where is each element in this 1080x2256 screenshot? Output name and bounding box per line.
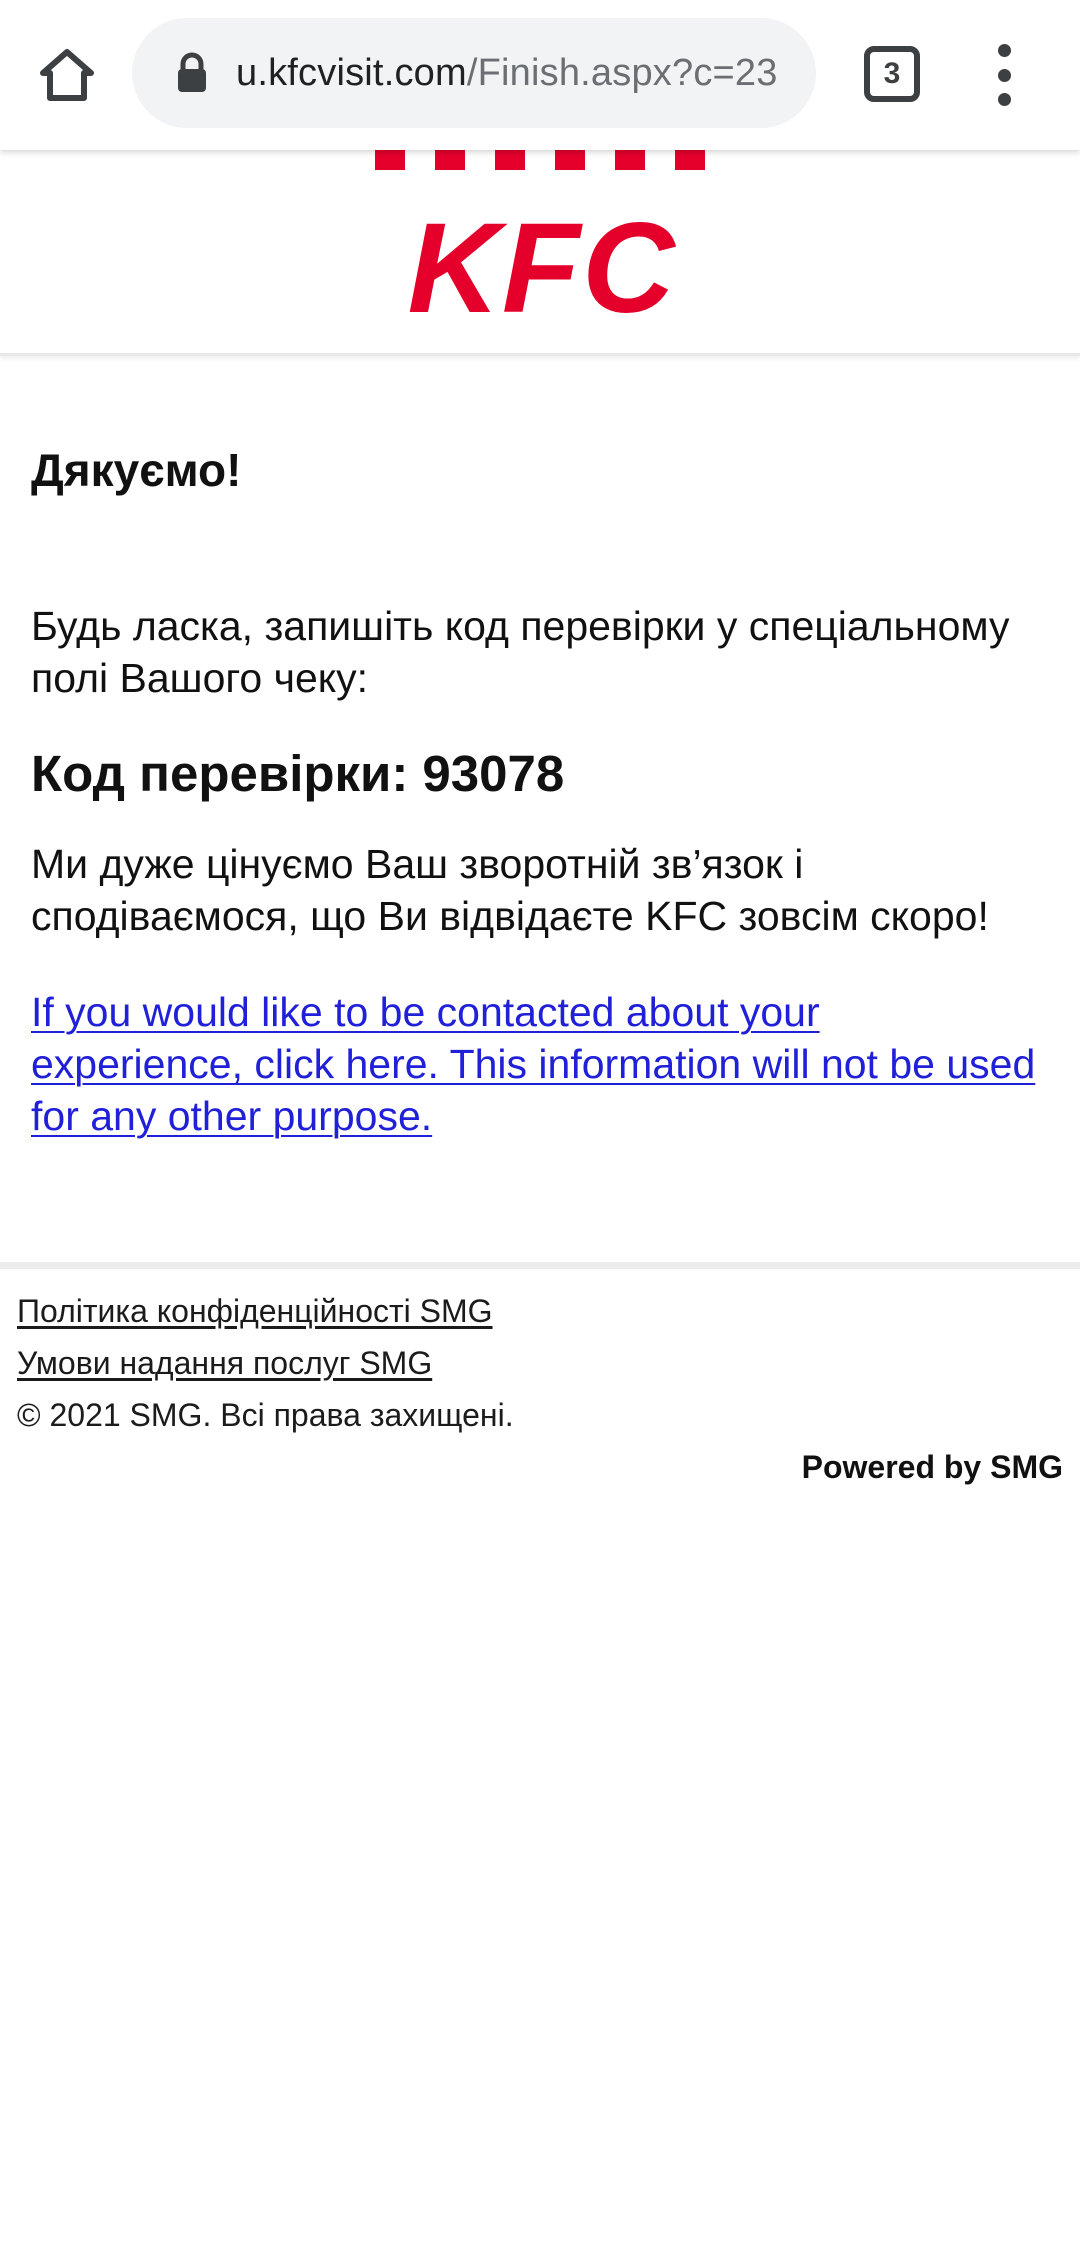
lock-icon[interactable]: [172, 48, 212, 98]
privacy-policy-link[interactable]: Політика конфіденційності SMG: [17, 1291, 1080, 1331]
url-text[interactable]: u.kfcvisit.com/Finish.aspx?c=23: [236, 52, 806, 95]
main-content: Дякуємо! Будь ласка, запишіть код переві…: [31, 440, 1041, 1142]
home-icon: [40, 49, 94, 101]
address-bar[interactable]: u.kfcvisit.com/Finish.aspx?c=23: [132, 18, 816, 128]
footer: Політика конфіденційності SMG Умови нада…: [0, 1262, 1080, 1487]
powered-by-text: Powered by SMG: [801, 1449, 1063, 1485]
url-path: /Finish.aspx?c=23: [466, 51, 778, 94]
validation-code-value: 93078: [422, 745, 565, 802]
appreciation-text: Ми дуже цінуємо Ваш зворотній зв’язок і …: [31, 841, 989, 939]
instruction-text: Будь ласка, запишіть код перевірки у спе…: [31, 603, 1010, 701]
tab-count: 3: [883, 57, 901, 90]
overflow-menu-icon[interactable]: [980, 40, 1028, 110]
browser-toolbar: u.kfcvisit.com/Finish.aspx?c=23 3: [0, 0, 1080, 150]
validation-code: Код перевірки: 93078: [31, 742, 1041, 806]
copyright-text: © 2021 SMG. Всі права захищені.: [17, 1397, 514, 1433]
kfc-logo: KFC: [407, 212, 676, 322]
validation-code-label: Код перевірки:: [31, 745, 409, 802]
url-host: u.kfcvisit.com: [236, 51, 467, 94]
site-header: KFC: [0, 150, 1080, 356]
logo-text: KFC: [407, 212, 676, 322]
home-button[interactable]: [30, 38, 104, 112]
page-title: Дякуємо!: [31, 444, 242, 496]
logo-stripes: [375, 150, 705, 170]
tab-switcher-icon[interactable]: 3: [864, 46, 920, 102]
terms-of-service-link[interactable]: Умови надання послуг SMG: [17, 1343, 1080, 1383]
contact-me-link[interactable]: If you would like to be contacted about …: [31, 986, 1041, 1142]
